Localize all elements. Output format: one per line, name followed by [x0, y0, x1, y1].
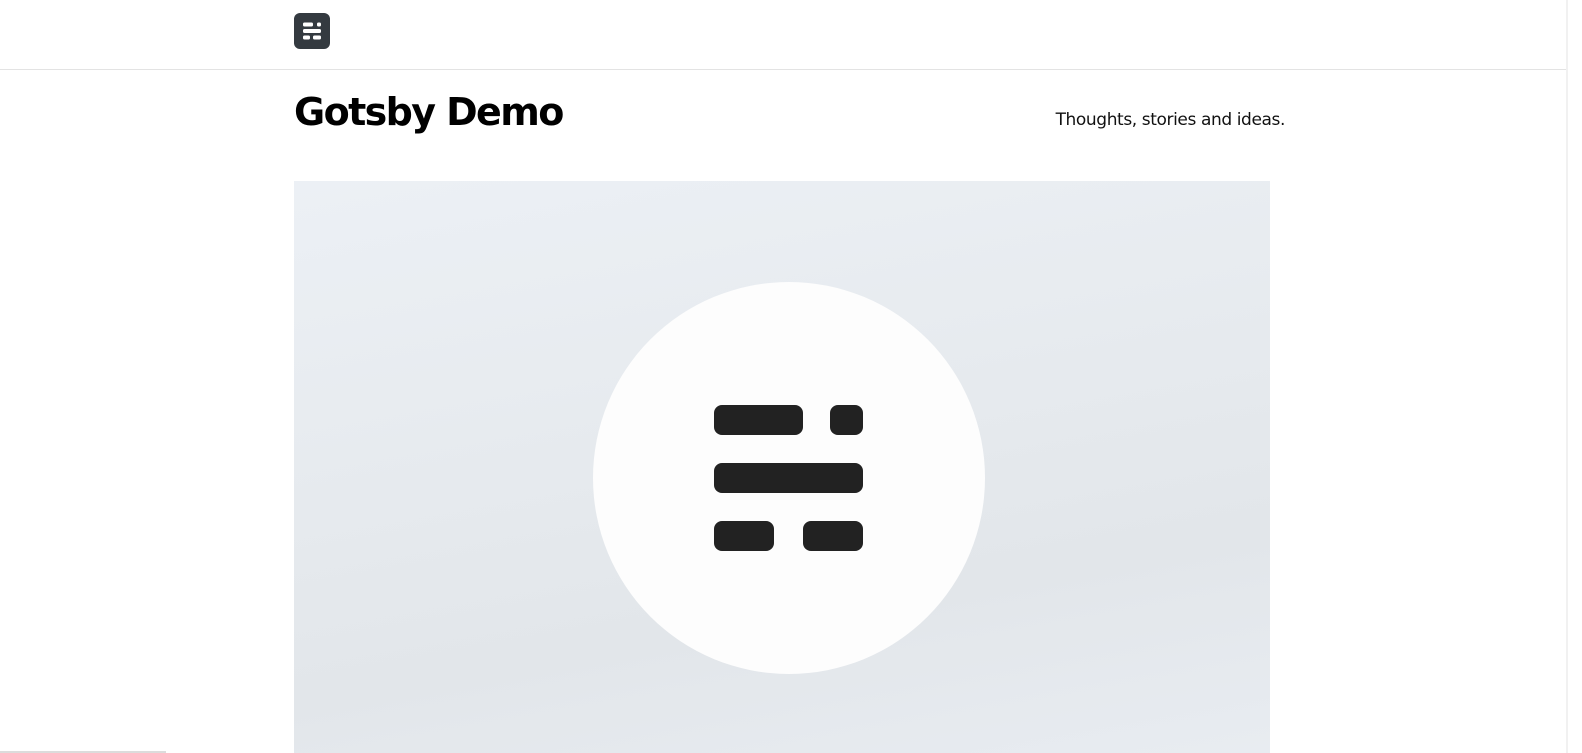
hero-logo-circle	[593, 282, 985, 674]
scrollbar-edge	[1566, 0, 1568, 753]
site-header	[0, 0, 1566, 70]
site-logo-button[interactable]	[294, 13, 330, 49]
ghost-logo-icon	[714, 405, 863, 551]
hero-image[interactable]	[294, 181, 1270, 753]
ghost-logo-icon	[303, 22, 321, 40]
site-title[interactable]: Gotsby Demo	[294, 86, 564, 138]
site-tagline: Thoughts, stories and ideas.	[1055, 110, 1286, 130]
vertical-scrollbar[interactable]	[1566, 0, 1582, 753]
